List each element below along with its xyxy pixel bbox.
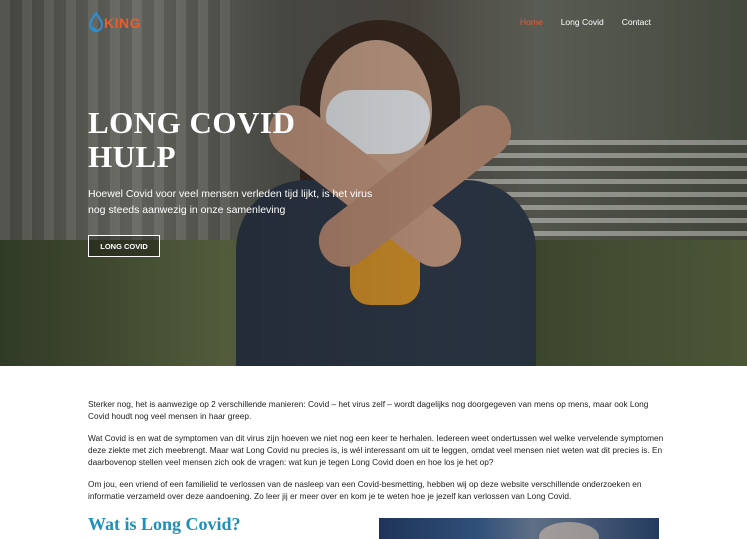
intro-paragraph-2: Wat Covid is en wat de symptomen van dit… — [88, 433, 664, 467]
intro-paragraph-1: Sterker nog, het is aanwezige op 2 versc… — [88, 399, 649, 421]
logo-text: KING — [104, 15, 141, 31]
section-image — [379, 518, 659, 539]
hero-banner — [0, 0, 747, 366]
nav-item-long-covid[interactable]: Long Covid — [561, 17, 604, 27]
hero-overlay — [0, 0, 747, 366]
logo-drop-icon — [88, 12, 104, 32]
intro-content: Sterker nog, het is aanwezige op 2 versc… — [88, 398, 664, 512]
site-logo[interactable]: KING — [88, 11, 141, 35]
hero-subtitle: Hoewel Covid voor veel mensen verleden t… — [88, 188, 373, 216]
nav-item-contact[interactable]: Contact — [622, 17, 651, 27]
nav-item-home[interactable]: Home — [520, 17, 543, 27]
hero-title: LONG COVID HULP — [88, 106, 368, 174]
main-nav: Home Long Covid Contact — [520, 17, 651, 27]
long-covid-button[interactable]: LONG COVID — [88, 235, 160, 257]
section-title-what-is-long-covid: Wat is Long Covid? — [88, 514, 241, 534]
section-image-detail — [539, 522, 599, 539]
hero-title-line-2: HULP — [88, 139, 177, 174]
hero-title-line-1: LONG COVID — [88, 105, 296, 140]
intro-paragraph-3: Om jou, een vriend of een familielid te … — [88, 479, 642, 501]
